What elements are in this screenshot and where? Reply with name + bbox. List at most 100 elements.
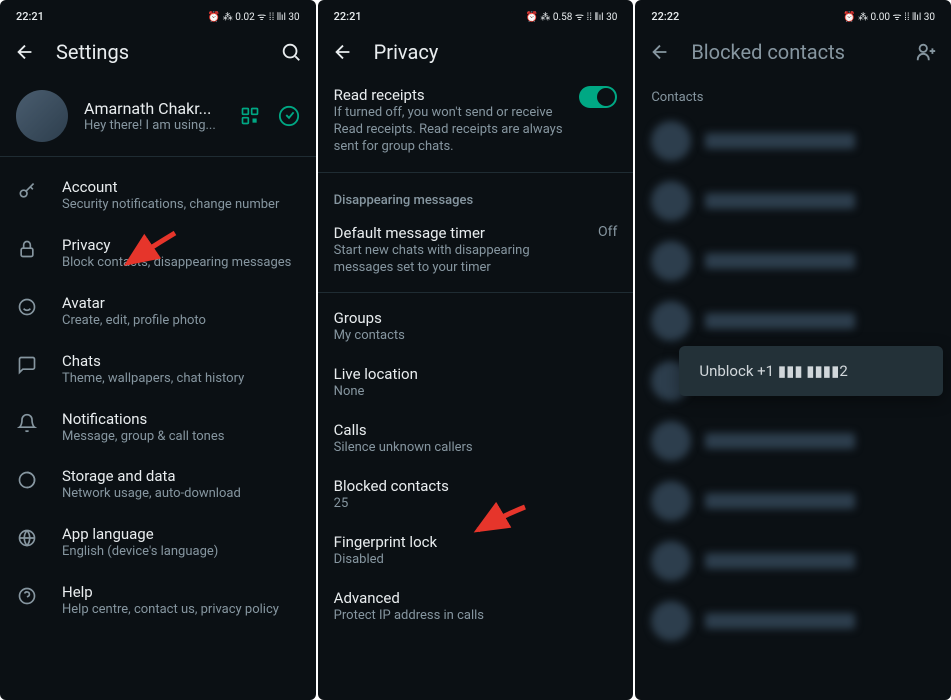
item-subtitle: Create, edit, profile photo (62, 313, 300, 330)
back-icon[interactable] (649, 41, 671, 63)
contact-label (705, 553, 855, 569)
item-title: Privacy (62, 236, 300, 254)
item-subtitle: Network usage, auto-download (62, 486, 300, 503)
back-icon[interactable] (14, 41, 36, 63)
contact-avatar (651, 301, 691, 341)
face-icon (16, 296, 38, 318)
add-account-icon[interactable] (278, 105, 300, 127)
contact-row[interactable] (635, 111, 951, 171)
globe-icon (16, 527, 38, 549)
search-icon[interactable] (280, 41, 302, 63)
contact-row[interactable] (635, 171, 951, 231)
item-subtitle: If turned off, you won't send or receive… (334, 105, 580, 156)
qr-icon[interactable] (240, 106, 260, 126)
help-icon (16, 585, 38, 607)
chat-icon (16, 354, 38, 376)
privacy-advanced[interactable]: Advanced Protect IP address in calls (318, 579, 634, 635)
contact-row[interactable] (635, 231, 951, 291)
item-value: Off (598, 224, 617, 240)
item-title: Blocked contacts (334, 477, 618, 495)
settings-item-privacy[interactable]: PrivacyBlock contacts, disappearing mess… (0, 225, 316, 283)
status-bar: 22:22 ⏰ ⁂ 0.00 ᯤ ⁞⁞ ⫴ıl 30 (635, 4, 951, 28)
privacy-read-receipts[interactable]: Read receipts If turned off, you won't s… (318, 76, 634, 166)
settings-item-avatar[interactable]: AvatarCreate, edit, profile photo (0, 283, 316, 341)
item-title: Fingerprint lock (334, 533, 618, 551)
add-contact-icon[interactable] (915, 41, 937, 63)
item-subtitle: My contacts (334, 328, 618, 345)
item-title: App language (62, 525, 300, 543)
app-bar: Settings (0, 28, 316, 76)
data-icon (16, 469, 38, 491)
bell-icon (16, 412, 38, 434)
item-title: Help (62, 583, 300, 601)
profile-row[interactable]: Amarnath Chakr... Hey there! I am using.… (0, 76, 316, 157)
item-title: Default message timer (334, 224, 588, 242)
privacy-blocked-contacts[interactable]: Blocked contacts 25 (318, 467, 634, 523)
item-title: Groups (334, 309, 618, 327)
item-subtitle: Security notifications, change number (62, 197, 300, 214)
profile-name: Amarnath Chakr... (84, 99, 224, 118)
contact-avatar (651, 541, 691, 581)
settings-item-storage[interactable]: Storage and dataNetwork usage, auto-down… (0, 456, 316, 514)
screen-privacy: 22:21 ⏰ ⁂ 0.58 ᯤ ⁞⁞ ⫴ıl 30 Privacy Read … (318, 0, 634, 700)
contact-avatar (651, 121, 691, 161)
privacy-live-location[interactable]: Live location None (318, 355, 634, 411)
avatar (16, 90, 68, 142)
settings-item-help[interactable]: HelpHelp centre, contact us, privacy pol… (0, 572, 316, 630)
contact-label (705, 133, 855, 149)
status-time: 22:21 (16, 10, 44, 23)
contact-avatar (651, 421, 691, 461)
item-title: Notifications (62, 410, 300, 428)
contact-label (705, 253, 855, 269)
item-subtitle: Block contacts, disappearing messages (62, 255, 300, 272)
privacy-default-timer[interactable]: Default message timer Start new chats wi… (318, 214, 634, 287)
settings-item-notifications[interactable]: NotificationsMessage, group & call tones (0, 399, 316, 457)
app-bar: Blocked contacts (635, 28, 951, 76)
unblock-popup[interactable]: Unblock +1 ▮▮▮ ▮▮▮▮2 (679, 346, 943, 396)
item-title: Calls (334, 421, 618, 439)
contact-avatar (651, 601, 691, 641)
contact-avatar (651, 241, 691, 281)
page-title: Privacy (374, 40, 620, 64)
contact-row[interactable] (635, 471, 951, 531)
item-subtitle: English (device's language) (62, 544, 300, 561)
status-icons: ⏰ ⁂ 0.02 ᯤ ⁞⁞ ⫴ıl 30 (208, 9, 300, 23)
privacy-calls[interactable]: Calls Silence unknown callers (318, 411, 634, 467)
item-title: Storage and data (62, 467, 300, 485)
contact-row[interactable] (635, 531, 951, 591)
contact-label (705, 193, 855, 209)
contact-row[interactable] (635, 591, 951, 651)
contact-row[interactable] (635, 291, 951, 351)
privacy-groups[interactable]: Groups My contacts (318, 299, 634, 355)
contact-label (705, 433, 855, 449)
item-title: Chats (62, 352, 300, 370)
item-subtitle: Theme, wallpapers, chat history (62, 371, 300, 388)
back-icon[interactable] (332, 41, 354, 63)
divider (318, 172, 634, 173)
item-title: Live location (334, 365, 618, 383)
item-subtitle: Start new chats with disappearing messag… (334, 243, 588, 277)
settings-item-account[interactable]: AccountSecurity notifications, change nu… (0, 167, 316, 225)
popup-text: Unblock +1 ▮▮▮ ▮▮▮▮2 (699, 362, 847, 380)
divider (318, 292, 634, 293)
item-subtitle: None (334, 384, 618, 401)
screen-blocked-contacts: 22:22 ⏰ ⁂ 0.00 ᯤ ⁞⁞ ⫴ıl 30 Blocked conta… (635, 0, 951, 700)
contact-label (705, 613, 855, 629)
settings-item-language[interactable]: App languageEnglish (device's language) (0, 514, 316, 572)
item-subtitle: Help centre, contact us, privacy policy (62, 602, 300, 619)
item-subtitle: Message, group & call tones (62, 429, 300, 446)
contact-label (705, 313, 855, 329)
contacts-header: Contacts (635, 76, 951, 111)
section-header: Disappearing messages (318, 179, 634, 214)
status-time: 22:22 (651, 10, 679, 23)
privacy-fingerprint[interactable]: Fingerprint lock Disabled (318, 523, 634, 579)
contact-row[interactable] (635, 411, 951, 471)
app-bar: Privacy (318, 28, 634, 76)
status-time: 22:21 (334, 10, 362, 23)
toggle-on[interactable] (579, 86, 617, 108)
settings-item-chats[interactable]: ChatsTheme, wallpapers, chat history (0, 341, 316, 399)
item-title: Avatar (62, 294, 300, 312)
profile-info: Amarnath Chakr... Hey there! I am using.… (84, 99, 224, 133)
status-bar: 22:21 ⏰ ⁂ 0.02 ᯤ ⁞⁞ ⫴ıl 30 (0, 4, 316, 28)
item-subtitle: 25 (334, 496, 618, 513)
